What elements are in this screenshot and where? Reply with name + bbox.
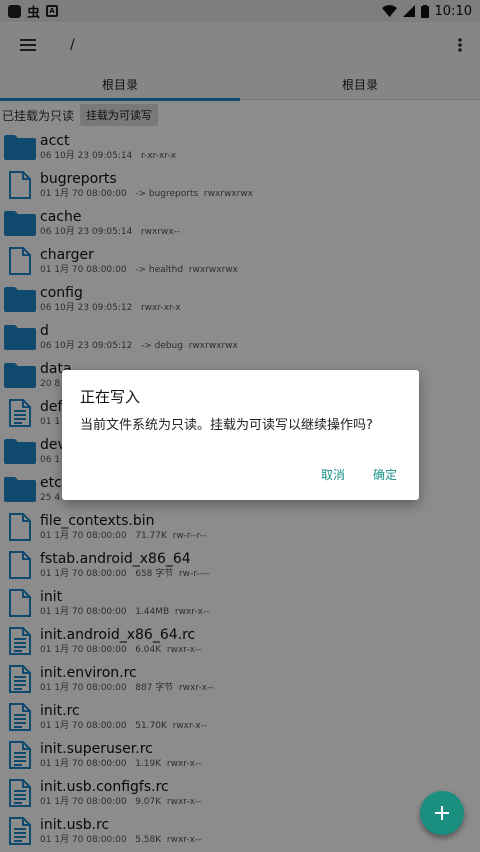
write-dialog: 正在写入 当前文件系统为只读。挂载为可读写以继续操作吗? 取消 确定 bbox=[62, 370, 419, 500]
add-fab-button[interactable] bbox=[420, 791, 464, 835]
dialog-message: 当前文件系统为只读。挂载为可读写以继续操作吗? bbox=[80, 418, 373, 433]
plus-icon bbox=[435, 806, 449, 820]
cancel-button[interactable]: 取消 bbox=[321, 466, 345, 483]
dialog-title: 正在写入 bbox=[80, 388, 141, 406]
ok-button[interactable]: 确定 bbox=[373, 466, 397, 483]
